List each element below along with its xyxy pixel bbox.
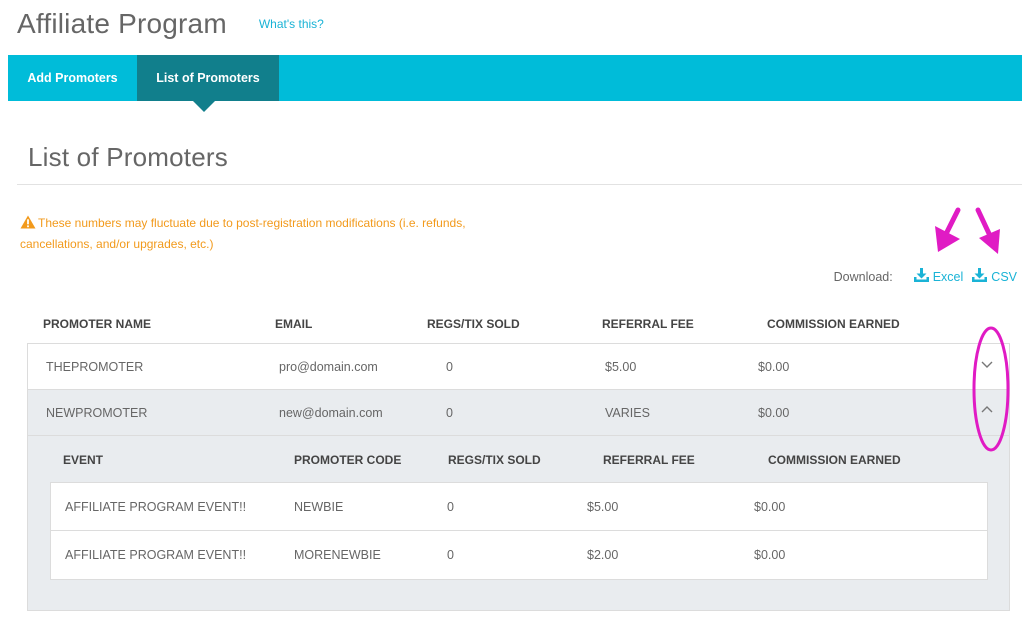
promoter-email: new@domain.com	[279, 406, 383, 420]
column-header-regs-sold: REGS/TIX SOLD	[448, 453, 541, 467]
active-tab-caret	[193, 101, 215, 112]
download-icon	[913, 268, 933, 286]
table-header: PROMOTER NAME EMAIL REGS/TIX SOLD REFERR…	[27, 317, 1009, 339]
download-bar: Download: Excel CSV	[834, 268, 1017, 286]
download-excel-label: Excel	[932, 270, 964, 284]
section-title: List of Promoters	[28, 142, 228, 172]
column-header-regs-sold: REGS/TIX SOLD	[427, 317, 520, 331]
warning-message: These numbers may fluctuate due to post-…	[20, 214, 540, 254]
column-header-commission: COMMISSION EARNED	[767, 317, 900, 331]
promoter-code: MORENEWBIE	[294, 548, 381, 562]
promoter-commission: $0.00	[758, 360, 790, 374]
event-name: AFFILIATE PROGRAM EVENT!!	[65, 500, 247, 514]
event-name: AFFILIATE PROGRAM EVENT!!	[65, 548, 247, 562]
whats-this-link[interactable]: What's this?	[259, 17, 324, 31]
table-row: AFFILIATE PROGRAM EVENT!! MORENEWBIE 0 $…	[51, 531, 987, 579]
chevron-down-icon[interactable]	[980, 344, 994, 368]
warning-text: These numbers may fluctuate due to post-…	[20, 216, 466, 251]
table-row[interactable]: THEPROMOTER pro@domain.com 0 $5.00 $0.00	[28, 344, 1009, 390]
promoter-commission: $0.00	[758, 406, 790, 420]
tab-add-promoters[interactable]: Add Promoters	[8, 55, 137, 101]
tab-list-of-promoters[interactable]: List of Promoters	[137, 55, 279, 101]
annotation-arrow-csv	[975, 207, 1000, 254]
event-commission: $0.00	[754, 500, 786, 514]
column-header-email: EMAIL	[275, 317, 313, 331]
tab-bar: Add Promoters List of Promoters	[8, 55, 1022, 101]
event-commission: $0.00	[754, 548, 786, 562]
promoter-regs-sold: 0	[446, 360, 453, 374]
event-referral-fee: $5.00	[587, 500, 619, 514]
promoter-referral-fee: VARIES	[605, 406, 650, 420]
column-header-event: EVENT	[63, 453, 104, 467]
download-csv-label: CSV	[991, 270, 1017, 284]
column-header-referral-fee: REFERRAL FEE	[602, 317, 694, 331]
promoter-code: NEWBIE	[294, 500, 344, 514]
promoter-regs-sold: 0	[446, 406, 453, 420]
table-row: AFFILIATE PROGRAM EVENT!! NEWBIE 0 $5.00…	[51, 483, 987, 531]
column-header-promoter-name: PROMOTER NAME	[43, 317, 151, 331]
detail-table-header: EVENT PROMOTER CODE REGS/TIX SOLD REFERR…	[63, 453, 1003, 475]
event-regs-sold: 0	[447, 548, 454, 562]
expanded-detail: EVENT PROMOTER CODE REGS/TIX SOLD REFERR…	[28, 436, 1009, 610]
promoter-referral-fee: $5.00	[605, 360, 637, 374]
section-divider	[17, 184, 1022, 185]
annotation-arrow-excel	[935, 207, 961, 252]
download-icon	[971, 268, 991, 286]
promoter-name: THEPROMOTER	[46, 360, 144, 374]
column-header-referral-fee: REFERRAL FEE	[603, 453, 695, 467]
promoter-name: NEWPROMOTER	[46, 406, 148, 420]
event-referral-fee: $2.00	[587, 548, 619, 562]
promoter-email: pro@domain.com	[279, 360, 378, 374]
column-header-commission: COMMISSION EARNED	[768, 453, 901, 467]
event-regs-sold: 0	[447, 500, 454, 514]
promoters-table: THEPROMOTER pro@domain.com 0 $5.00 $0.00…	[27, 343, 1010, 611]
warning-triangle-icon	[20, 215, 36, 235]
table-row[interactable]: NEWPROMOTER new@domain.com 0 VARIES $0.0…	[28, 390, 1009, 436]
column-header-promoter-code: PROMOTER CODE	[294, 453, 402, 467]
chevron-up-icon[interactable]	[980, 390, 994, 413]
detail-table: AFFILIATE PROGRAM EVENT!! NEWBIE 0 $5.00…	[50, 482, 988, 580]
download-csv-link[interactable]: CSV	[971, 268, 1017, 286]
download-label: Download:	[833, 270, 893, 284]
download-excel-link[interactable]: Excel	[913, 268, 964, 286]
page-header: Affiliate Program What's this?	[17, 8, 324, 48]
page-title: Affiliate Program	[17, 8, 227, 39]
